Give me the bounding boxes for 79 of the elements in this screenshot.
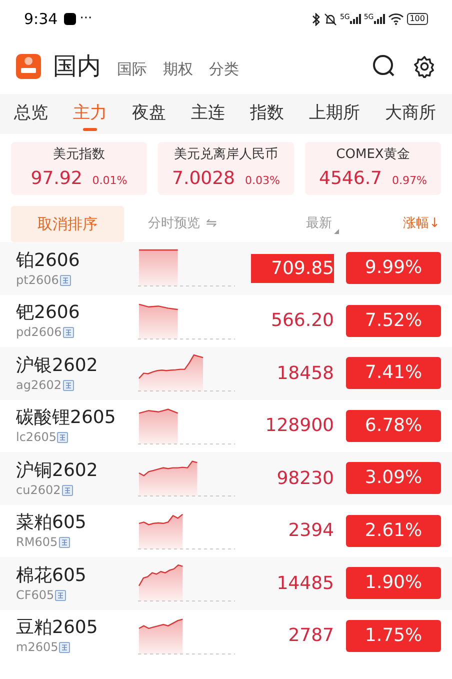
contract-name: 钯2606	[16, 301, 81, 326]
battery-indicator: 100	[406, 13, 428, 25]
category-tab[interactable]: 指数	[250, 94, 284, 134]
latest-price: 709.85	[251, 254, 334, 283]
contract-name: 沪银2602	[16, 354, 99, 378]
contract-name: 菜粕605	[16, 511, 88, 536]
latest-price: 98230	[276, 466, 334, 491]
index-card[interactable]: 美元指数 97.92 0.01%	[11, 142, 147, 195]
latest-price: 2787	[287, 624, 334, 648]
change-badge: 7.52%	[346, 304, 441, 337]
contract-code: pt2606	[16, 272, 59, 288]
signal-icon	[374, 14, 385, 24]
exchange-tag-icon	[57, 432, 68, 444]
app-icon	[64, 13, 76, 25]
status-time: 9:34	[24, 8, 58, 30]
contract-code: ag2602	[16, 378, 62, 393]
contract-name: 豆粕2605	[16, 616, 99, 640]
change-badge: 6.78%	[346, 410, 441, 442]
contract-code: m2605	[16, 640, 58, 656]
index-name: 美元兑离岸人民币	[174, 146, 278, 164]
index-change: 0.97%	[392, 172, 427, 189]
contract-code: cu2602	[16, 482, 61, 498]
index-change: 0.01%	[92, 172, 128, 189]
exchange-tag-icon	[62, 327, 74, 338]
bluetooth-icon	[312, 12, 321, 26]
exchange-tag-icon	[60, 274, 71, 286]
signal-icon	[350, 14, 361, 24]
contract-name: 棉花605	[16, 564, 88, 588]
contract-code: RM605	[16, 535, 58, 550]
category-tab[interactable]: 主连	[191, 94, 225, 134]
contract-name: 碳酸锂2605	[16, 406, 117, 430]
change-badge: 1.75%	[346, 620, 441, 652]
index-value: 97.92	[30, 166, 82, 191]
contract-row[interactable]: 沪铜2602 cu2602 98230 3.09%	[0, 452, 452, 504]
settings-icon[interactable]	[413, 54, 436, 78]
index-change: 0.03%	[245, 172, 280, 189]
header-tab[interactable]: 期权	[163, 58, 193, 80]
category-tab[interactable]: 总览	[14, 94, 48, 134]
wifi-icon	[388, 13, 404, 25]
category-tab[interactable]: 大商所	[385, 94, 436, 134]
contract-code: lc2605	[16, 430, 56, 446]
header-tab[interactable]: 分类	[209, 58, 239, 80]
contract-row[interactable]: 铂2606 pt2606 709.85 9.99%	[0, 242, 452, 294]
change-badge: 9.99%	[346, 252, 441, 284]
index-card[interactable]: 美元兑离岸人民币 7.0028 0.03%	[158, 142, 294, 195]
contract-row[interactable]: 棉花605 CF605 14485 1.90%	[0, 557, 452, 610]
exchange-tag-icon	[58, 537, 70, 548]
bell-muted-icon	[324, 12, 337, 26]
exchange-tag-icon	[55, 590, 66, 601]
exchange-tag-icon	[62, 484, 73, 496]
category-tab[interactable]: 上期所	[309, 94, 360, 134]
contract-code: pd2606	[16, 325, 62, 340]
sort-corner-icon	[334, 228, 340, 234]
change-badge: 2.61%	[346, 514, 441, 547]
contract-name: 沪铜2602	[16, 458, 99, 483]
search-icon[interactable]	[372, 54, 396, 78]
index-value: 4546.7	[319, 166, 382, 191]
page-title: 国内	[53, 51, 101, 82]
index-value: 7.0028	[172, 166, 236, 191]
app-logo-icon	[16, 54, 41, 78]
index-name: 美元指数	[53, 146, 105, 164]
latest-price: 566.20	[270, 309, 334, 334]
latest-price: 2394	[287, 519, 334, 544]
more-notifications: ···	[80, 10, 92, 28]
contract-code: CF605	[16, 588, 54, 603]
exchange-tag-icon	[62, 380, 74, 391]
contract-row[interactable]: 沪银2602 ag2602 18458 7.41%	[0, 347, 452, 400]
contract-name: 铂2606	[16, 248, 81, 273]
exchange-tag-icon	[59, 642, 70, 654]
latest-price: 18458	[276, 362, 334, 386]
latest-price: 128900	[264, 414, 334, 438]
latest-price: 14485	[276, 572, 334, 596]
header-tab[interactable]: 国际	[117, 58, 147, 80]
index-card[interactable]: COMEX黄金 4546.7 0.97%	[305, 142, 441, 195]
index-name: COMEX黄金	[336, 146, 410, 164]
change-badge: 7.41%	[346, 357, 441, 390]
change-badge: 3.09%	[346, 462, 441, 494]
category-tab[interactable]: 夜盘	[132, 94, 166, 134]
change-badge: 1.90%	[346, 567, 441, 600]
